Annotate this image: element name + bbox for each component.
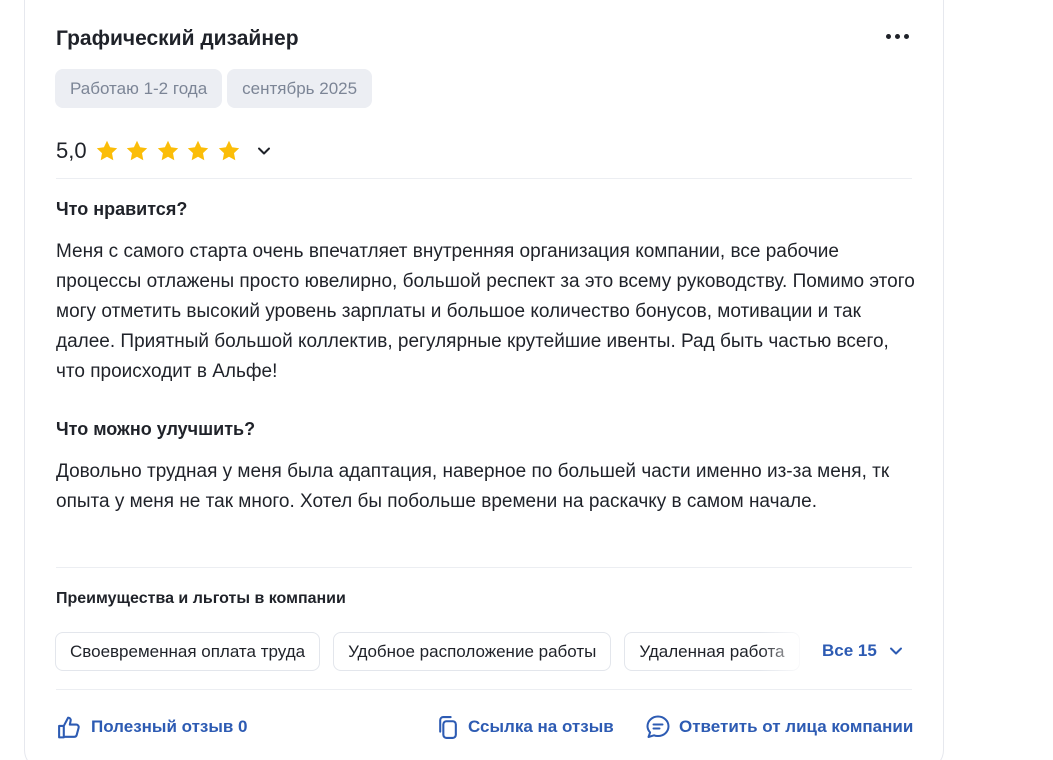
thumbs-up-icon: [58, 716, 80, 738]
star-icon: [187, 140, 209, 161]
review-link-label: Ссылка на отзыв: [468, 717, 614, 736]
benefits-fade: [760, 632, 820, 671]
helpful-review-label: Полезный отзыв 0: [91, 717, 248, 736]
show-all-benefits-button[interactable]: Все 15: [822, 641, 905, 661]
improve-title: Что можно улучшить?: [56, 419, 256, 439]
star-icon: [96, 140, 117, 161]
review-title: Графический дизайнер: [56, 27, 299, 50]
experience-tag: Работаю 1-2 года: [55, 69, 223, 108]
rating-row: 5,0: [56, 136, 273, 166]
reply-as-company-button[interactable]: Ответить от лица компании: [645, 712, 913, 742]
chat-icon: [646, 715, 670, 738]
star-icon: [157, 140, 178, 161]
helpful-review-button[interactable]: Полезный отзыв 0: [56, 712, 248, 742]
review-link-button[interactable]: Ссылка на отзыв: [435, 712, 614, 742]
benefit-chip: Своевременная оплата труда: [55, 632, 321, 671]
show-all-label: Все 15: [822, 641, 877, 660]
likes-title: Что нравится?: [56, 199, 188, 219]
benefits-list: Своевременная оплата труда Удобное распо…: [55, 632, 825, 671]
date-tag: сентябрь 2025: [227, 69, 373, 108]
benefits-title: Преимущества и льготы в компании: [56, 590, 346, 607]
improve-text: Довольно трудная у меня была адаптация, …: [56, 461, 890, 512]
divider: [56, 178, 912, 179]
chevron-down-icon: [889, 647, 902, 655]
more-icon[interactable]: [882, 28, 912, 44]
star-icon: [218, 140, 239, 161]
divider: [56, 567, 912, 568]
copy-link-icon: [439, 715, 457, 739]
likes-text: Меня с самого старта очень впечатляет вн…: [56, 241, 915, 382]
divider: [56, 689, 912, 690]
chevron-down-icon[interactable]: [255, 142, 273, 160]
star-icon: [126, 140, 148, 161]
reply-as-company-label: Ответить от лица компании: [679, 717, 914, 736]
benefit-chip: Удобное расположение работы: [333, 632, 612, 671]
review-tags: Работаю 1-2 года сентябрь 2025: [55, 69, 373, 108]
rating-value: 5,0: [56, 138, 87, 163]
